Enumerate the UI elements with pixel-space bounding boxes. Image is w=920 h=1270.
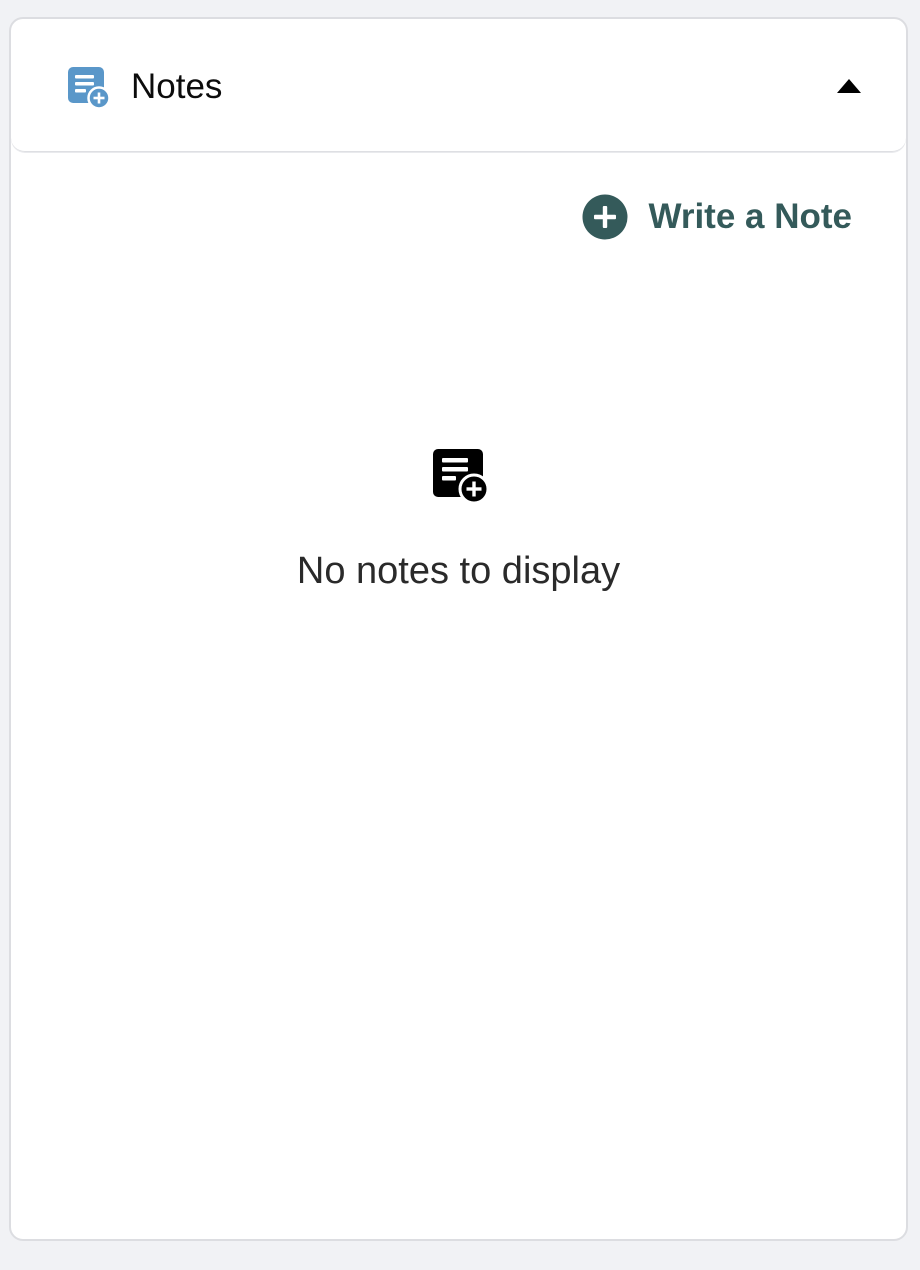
notes-panel-header[interactable]: Notes bbox=[11, 19, 906, 152]
note-add-icon bbox=[66, 65, 111, 110]
note-add-icon bbox=[431, 447, 489, 505]
empty-state-message: No notes to display bbox=[296, 550, 621, 592]
caret-up-icon bbox=[837, 79, 861, 93]
collapse-toggle-button[interactable] bbox=[832, 71, 866, 101]
notes-panel: Notes Write a Note No notes to display bbox=[9, 17, 908, 1241]
plus-circle-icon bbox=[582, 194, 628, 240]
empty-state: No notes to display bbox=[11, 447, 906, 595]
write-note-button[interactable]: Write a Note bbox=[582, 193, 852, 241]
panel-title: Notes bbox=[131, 67, 223, 106]
write-note-label: Write a Note bbox=[648, 197, 852, 236]
